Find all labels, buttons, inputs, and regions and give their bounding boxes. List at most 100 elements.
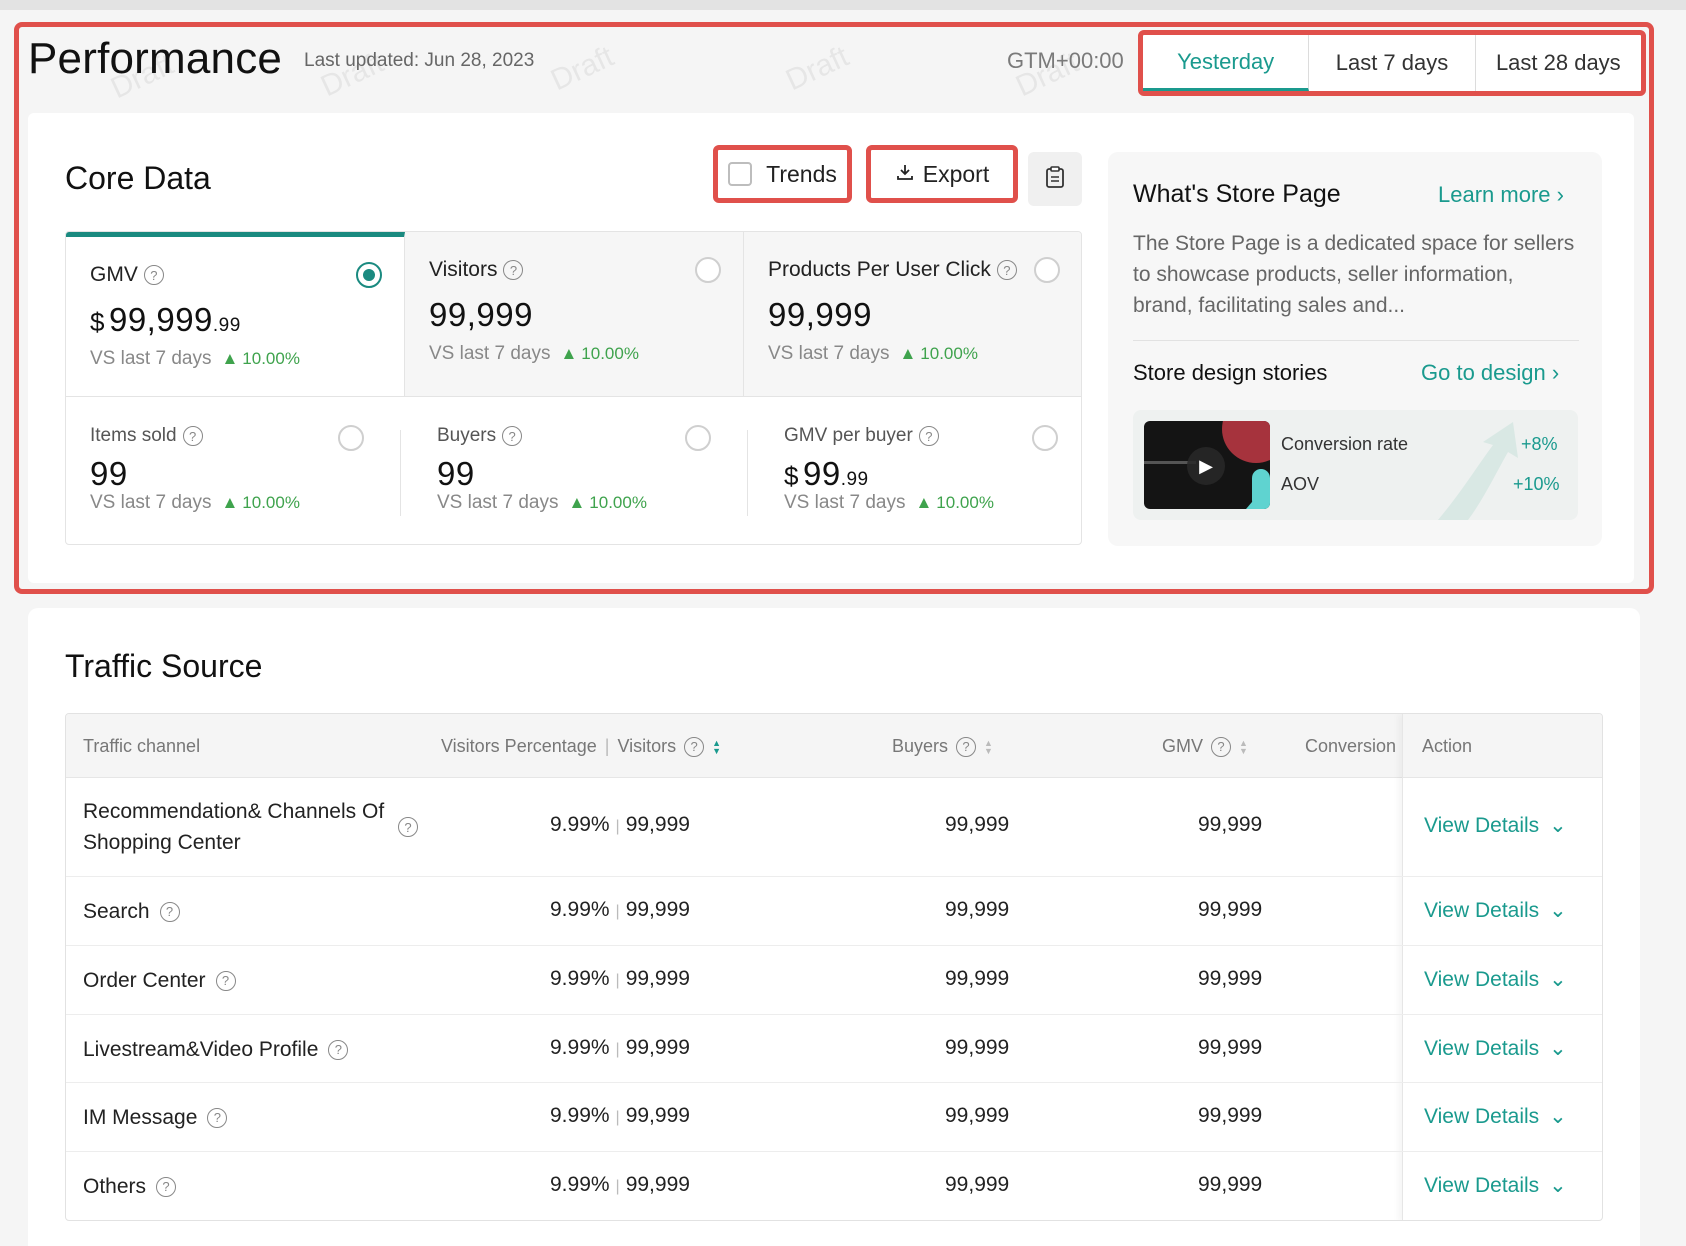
timezone-label: GTM+00:00 [1007,48,1124,73]
chevron-down-icon: ⌄ [1549,968,1567,991]
buyers-cell: 99,999 [945,1036,1010,1059]
tab-last-28-days[interactable]: Last 28 days [1476,35,1641,91]
metric-radio[interactable] [685,425,711,451]
metric-value-cents: .99 [840,469,869,490]
export-label: Export [922,160,990,187]
help-icon[interactable]: ? [156,1176,177,1197]
traffic-source-title: Traffic Source [65,648,263,684]
column-header-channel: Traffic channel [83,736,200,757]
learn-more-link[interactable]: Learn more › [1438,182,1564,208]
metric-label: GMV per buyer ? [784,425,939,447]
visitors-count: 99,999 [625,967,690,990]
metric-value-main: 99,999 [429,296,533,333]
go-to-design-link[interactable]: Go to design › [1421,360,1559,386]
help-icon[interactable]: ? [182,426,203,446]
metric-comparison: VS last 7 days ▲ 10.00% [429,343,639,365]
view-details-button[interactable]: View Details ⌄ [1424,813,1567,838]
channel-cell: Recommendation& Channels Of Shopping Cen… [83,796,418,858]
metric-radio[interactable] [695,257,721,283]
change-value: 10.00% [920,344,978,363]
visitors-count: 99,999 [625,1036,690,1059]
metric-radio[interactable] [1034,257,1060,283]
channel-cell: IM Message ? [83,1102,228,1133]
chevron-down-icon: ⌄ [1549,1105,1567,1128]
help-icon[interactable]: ? [398,817,418,837]
metric-radio[interactable] [338,425,364,451]
visitors-cell: 9.99% | 99,999 [550,1104,690,1127]
visitors-count: 99,999 [625,813,690,836]
export-button[interactable]: Export [866,145,1018,203]
view-details-button[interactable]: View Details ⌄ [1424,1104,1567,1129]
channel-name: Livestream&Video Profile [83,1038,319,1061]
design-stories-title: Store design stories [1133,360,1328,385]
arrow-up-icon: ▲ [899,344,917,363]
metric-radio[interactable] [356,262,382,288]
learn-more-label: Learn more [1438,182,1551,207]
metric-card-gmv-per-buyer[interactable]: GMV per buyer ? $99.99 VS last 7 days ▲ 1… [760,397,1081,544]
metric-card-visitors[interactable]: Visitors ? 99,999 VS last 7 days ▲ 10.00% [405,232,744,397]
view-details-label: View Details [1424,1104,1540,1128]
tab-yesterday[interactable]: Yesterday [1143,35,1310,91]
table-row: Order Center ? 9.99% | 99,999 99,999 99,99… [66,946,1602,1015]
arrow-up-icon: ▲ [221,493,239,512]
metric-label: GMV ? [90,263,164,287]
help-icon[interactable]: ? [503,260,524,280]
play-icon[interactable]: ▶ [1187,447,1225,485]
trends-toggle[interactable]: Trends [713,145,852,203]
visitors-count: 99,999 [625,1104,690,1127]
metric-value-main: 99,999 [768,296,872,333]
store-page-title: What's Store Page [1133,180,1341,208]
help-icon[interactable]: ? [996,260,1017,280]
help-icon[interactable]: ? [918,426,939,446]
help-icon[interactable]: ? [143,265,164,285]
aov-label: AOV [1281,474,1320,494]
channel-name: Others [83,1175,147,1198]
divider [747,430,748,516]
metric-comparison: VS last 7 days ▲ 10.00% [437,492,647,514]
view-details-button[interactable]: View Details ⌄ [1424,967,1567,992]
column-header-buyers[interactable]: Buyers ? ▲ ▼ [892,736,993,757]
view-details-button[interactable]: View Details ⌄ [1424,898,1567,923]
change-value: 10.00% [936,493,994,512]
sort-icon[interactable]: ▲ ▼ [984,738,993,755]
column-label: Visitors [617,736,677,756]
sort-icon[interactable]: ▲ ▼ [1239,738,1248,755]
metric-label-text: GMV [90,263,138,286]
download-icon [895,161,915,188]
column-label: Visitors Percentage [441,736,597,756]
view-details-button[interactable]: View Details ⌄ [1424,1036,1567,1061]
arrow-up-icon: ▲ [915,493,933,512]
view-details-label: View Details [1424,967,1540,991]
column-header-visitors[interactable]: Visitors Percentage | Visitors ? ▲ ▼ [441,736,721,757]
help-icon[interactable]: ? [1211,736,1232,757]
column-label: GMV [1162,736,1204,756]
traffic-table: Traffic channel Visitors Percentage | Vi… [65,713,1603,1221]
tab-last-7-days[interactable]: Last 7 days [1309,35,1476,91]
help-icon[interactable]: ? [956,736,977,757]
metric-value-main: 99 [90,455,128,492]
help-icon[interactable]: ? [502,426,523,446]
separator: | [604,736,610,756]
trends-checkbox[interactable] [728,162,753,186]
help-icon[interactable]: ? [159,901,180,922]
help-icon[interactable]: ? [207,1107,228,1128]
help-icon[interactable]: ? [328,1039,349,1060]
visitors-percentage: 9.99% [550,898,610,921]
metric-label: Visitors ? [429,258,524,282]
metric-card-gmv[interactable]: GMV ? $99,999.99 VS last 7 days ▲ 10.00% [66,232,405,397]
sort-icon[interactable]: ▲ ▼ [712,738,721,755]
metric-card-items-sold[interactable]: Items sold ? 99 VS last 7 days ▲ 10.00% [66,397,405,544]
visitors-cell: 9.99% | 99,999 [550,1173,690,1196]
metric-card-products-per-user-click[interactable]: Products Per User Click ? 99,999 VS last… [744,232,1081,397]
metric-card-buyers[interactable]: Buyers ? 99 VS last 7 days ▲ 10.00% [413,397,752,544]
buyers-cell: 99,999 [945,1173,1010,1196]
metric-radio[interactable] [1032,425,1058,451]
help-icon[interactable]: ? [215,970,236,991]
clipboard-button[interactable] [1028,152,1082,206]
visitors-percentage: 9.99% [550,1173,610,1196]
divider [1133,340,1579,341]
view-details-button[interactable]: View Details ⌄ [1424,1173,1567,1198]
column-header-gmv[interactable]: GMV ? ▲ ▼ [1162,736,1248,757]
help-icon[interactable]: ? [684,736,705,757]
visitors-cell: 9.99% | 99,999 [550,967,690,990]
